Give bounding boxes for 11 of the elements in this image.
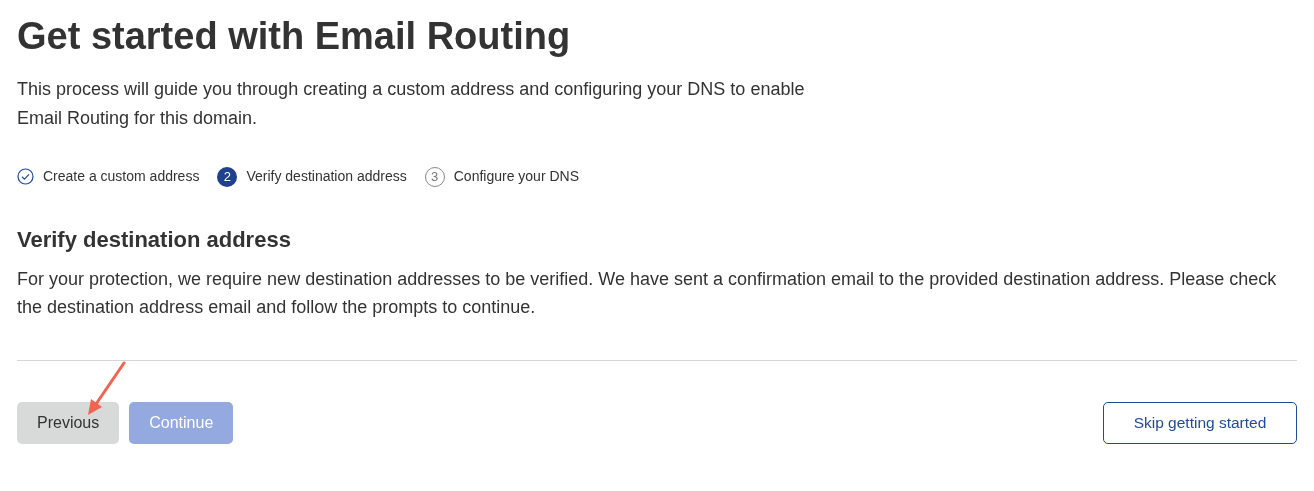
section-text: For your protection, we require new destination addresses to be verified. We have sent a confirmation email to the provided destination address. Please check the destination address email and follow the prompts to continue. — [17, 268, 1278, 319]
step-label: Verify destination address — [246, 167, 407, 186]
step-label: Configure your DNS — [453, 167, 579, 186]
step-number: 2 — [217, 166, 238, 187]
previous-button[interactable]: Previous — [17, 402, 120, 444]
step-label: Create a custom address — [43, 167, 200, 186]
intro-text: This process will guide you through creating a custom address and configuring your DNS to enable Email Routing for this domain. — [17, 78, 806, 130]
section-heading: Verify destination address — [17, 226, 292, 254]
skip-button[interactable]: Skip getting started — [1103, 402, 1297, 444]
page-title: Get started with Email Routing — [17, 14, 572, 58]
annotation-arrow — [86, 361, 128, 417]
